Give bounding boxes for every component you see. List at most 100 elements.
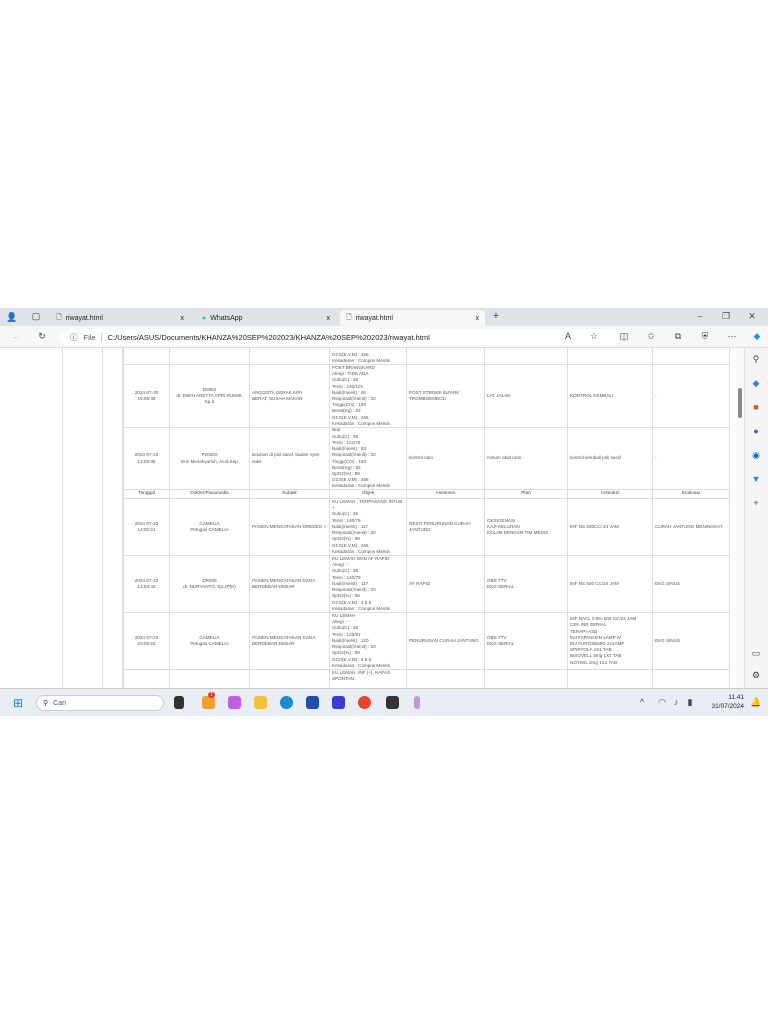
split-screen-icon[interactable]: ◫: [618, 331, 630, 342]
scrollbar-thumb[interactable]: [738, 388, 742, 418]
chrome-icon[interactable]: [358, 696, 371, 709]
screen-icon[interactable]: ▭: [750, 648, 762, 659]
tag-icon[interactable]: ◆: [750, 378, 762, 389]
address-bar[interactable]: ⓘ File C:/Users/ASUS/Documents/KHANZA%20…: [60, 329, 620, 345]
taskbar-search[interactable]: ⚲ Cari: [36, 695, 164, 711]
cell-line: Kesadaran : Compos Mentis: [332, 483, 390, 489]
cell-line: Petugas CAMELIA: [190, 641, 229, 646]
clock[interactable]: 11.41 31/07/2024: [702, 693, 744, 711]
store-icon[interactable]: [306, 696, 319, 709]
file-explorer-icon[interactable]: [254, 696, 267, 709]
date: 31/07/2024: [711, 703, 744, 710]
header-label: Subjek: [282, 490, 297, 496]
toolbox-icon[interactable]: ■: [750, 402, 762, 412]
refresh-icon[interactable]: ↻: [36, 331, 48, 342]
cell-instruksi: [568, 670, 653, 688]
close-window-button[interactable]: ✕: [746, 311, 758, 322]
settings-gear-icon[interactable]: ⚙: [750, 670, 762, 681]
divider: [102, 348, 103, 688]
maximize-button[interactable]: ❐: [720, 311, 732, 322]
site-label: File: [84, 332, 102, 342]
tab-label: riwayat.html: [355, 314, 393, 322]
back-icon[interactable]: ←: [10, 331, 22, 341]
cell-line: -: [655, 392, 657, 398]
chevron-up-icon[interactable]: ^: [636, 697, 648, 707]
cell-line: 14:00:21: [137, 527, 156, 532]
cell-line: KONTROL KEMBALI: [570, 392, 614, 398]
cell-asesmen: kontrol rutin: [407, 428, 485, 490]
page-content: GCS(E,V,M) : 456 Kesadaran : Compos Menti…: [0, 348, 736, 688]
wifi-icon[interactable]: ◠: [656, 697, 668, 708]
cell-plan: OKSIGENASI KAJI KELUHAN KOLAB DENGAN TIM M…: [485, 499, 568, 556]
cell-line: EKG SERIAL: [487, 584, 515, 589]
battery-icon[interactable]: ▮: [684, 697, 696, 708]
url-text[interactable]: C:/Users/ASUS/Documents/KHANZA%20SEP%202…: [108, 333, 430, 342]
cell-tanggal: 2024-07-22 14:00:21: [123, 499, 170, 556]
cell-evaluasi: CURAH JANTUNG MENINGKAT: [653, 499, 730, 556]
notification-badge: 1: [208, 692, 215, 698]
read-aloud-icon[interactable]: A: [562, 331, 574, 341]
cell-instruksi: [568, 348, 653, 365]
collections-icon[interactable]: ⧉: [672, 331, 684, 342]
terminal-icon[interactable]: [386, 696, 399, 709]
minimize-button[interactable]: –: [694, 311, 706, 321]
copilot-taskbar-icon[interactable]: [228, 696, 241, 709]
add-icon[interactable]: +: [750, 498, 762, 508]
info-icon: ⓘ: [70, 332, 78, 342]
close-tab-icon[interactable]: x: [181, 315, 185, 322]
cell-tanggal: [123, 348, 170, 365]
cell-plan: [485, 670, 568, 688]
cell-objek: skip Suhu(C) : 36 Tensi : 112/78 Nadi(/meni…: [330, 428, 407, 490]
cell-line: AF RAPID: [409, 580, 431, 586]
cell-subjek: ANGGOTA GERAK KIRI BERAT, SUSAH MAKAN: [250, 365, 330, 428]
scrollbar[interactable]: [736, 348, 744, 688]
cell-instruksi: kontrol kembali poli saraf: [568, 428, 653, 490]
search-placeholder: Cari: [53, 699, 66, 707]
cell-line: 12:08:38: [137, 458, 156, 464]
cell-dokter: CAMELIA Petugas CAMELIA: [170, 499, 250, 556]
cell-tanggal: 2024-07-23 14:53:43: [123, 556, 170, 613]
close-tab-icon[interactable]: x: [327, 315, 331, 322]
more-menu-icon[interactable]: ⋯: [726, 331, 738, 342]
tab-riwayat-active[interactable]: 🗋 riwayat.html x: [340, 310, 485, 326]
browser-window: 👤 ▢ 🗋 riwayat.html x ● WhatsApp x 🗋 riwayat.h…: [0, 308, 768, 716]
header-label: Instruksi: [601, 490, 619, 496]
outlook-icon[interactable]: ◉: [750, 450, 762, 461]
favorite-star-icon[interactable]: ☆: [588, 331, 600, 342]
windows-start-icon[interactable]: ⊞: [12, 696, 24, 710]
profile-icon[interactable]: 👤: [6, 312, 18, 323]
weather-icon[interactable]: 1: [202, 692, 215, 709]
extension-icon[interactable]: ⛨: [699, 331, 711, 342]
cell-asesmen: POST STROKE INFARK TROMBOEMBOLI: [407, 365, 485, 428]
cell-line: 15:05:38: [137, 396, 156, 401]
cell-objek: KU LEMAH Alergi : - Suhu(C) : 36 Tensi : 12…: [330, 613, 407, 670]
cell-line: Kesadaran : Compos Mentis: [332, 605, 390, 611]
volume-icon[interactable]: ♪: [670, 697, 682, 707]
tab-actions-icon[interactable]: ▢: [30, 311, 42, 322]
app-icon-2[interactable]: [414, 696, 420, 709]
tab-whatsapp[interactable]: ● WhatsApp x: [196, 310, 336, 326]
cell-asesmen: [407, 670, 485, 688]
cell-instruksi: KONTROL KEMBALI: [568, 365, 653, 428]
cell-line: dr. NURYANTO, Sp.JP(K): [183, 584, 236, 589]
header-tanggal: Tanggal: [123, 490, 170, 499]
cell-objek: POST BRANGKARD Alergi : TIDK ADA Suhu(C) :…: [330, 365, 407, 428]
notification-bell-icon[interactable]: 🔔: [750, 697, 762, 708]
cell-line: BERAT, SUSAH MAKAN: [252, 396, 303, 401]
cell-line: Kesadaran : Compos Mentis: [332, 357, 390, 363]
copilot-icon[interactable]: ◆: [751, 331, 763, 342]
app-icon[interactable]: [332, 696, 345, 709]
task-view-icon[interactable]: [174, 696, 184, 709]
favorites-icon[interactable]: ✩: [645, 331, 657, 342]
header-label: Evaluasi: [681, 490, 701, 496]
cell-tanggal: 2024-07-30 15:05:38: [123, 365, 170, 428]
edge-icon[interactable]: [280, 696, 293, 709]
tab-riwayat-1[interactable]: 🗋 riwayat.html x: [50, 310, 190, 326]
close-tab-icon[interactable]: x: [476, 315, 480, 322]
send-icon[interactable]: ▼: [750, 474, 762, 484]
search-icon[interactable]: ⚲: [750, 354, 762, 365]
new-tab-button[interactable]: +: [490, 310, 502, 322]
games-icon[interactable]: ●: [750, 426, 762, 436]
cell-instruksi: INF NACL 0.9% 500 CC/24 JAM CEK INR SERIA…: [568, 613, 653, 670]
cell-line: EKG SERIAL: [487, 641, 515, 646]
